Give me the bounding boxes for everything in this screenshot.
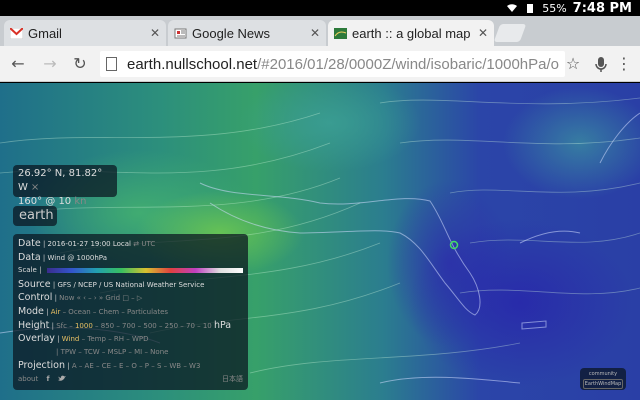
time-controls[interactable]: Now « ‹ – › » Grid □ – ▷ [59, 294, 142, 302]
overlay-row-2: | TPW – TCW – MSLP – MI – None [18, 346, 243, 360]
status-bar: 55% 7:48 PM [0, 0, 640, 16]
community-button[interactable]: EarthWindMap [583, 379, 623, 389]
community-panel: community EarthWindMap [580, 368, 626, 390]
url-path: /#2016/01/28/0000Z/wind/isobaric/1000hPa… [257, 55, 559, 73]
microphone-icon[interactable] [591, 54, 611, 74]
browser-toolbar: ← → ↻ earth.nullschool.net/#2016/01/28/0… [0, 46, 640, 82]
height-unit: hPa [213, 319, 232, 331]
battery-level: 55% [542, 1, 567, 15]
url-host: earth.nullschool.net [127, 55, 258, 73]
tab-title: earth :: a global map [352, 25, 471, 41]
close-icon[interactable]: × [31, 182, 39, 193]
bookmark-star-icon[interactable]: ☆ [563, 54, 583, 74]
projection-row: Projection | A – AE – CE – E – O – P – S… [18, 360, 201, 372]
height-row: Height | Sfc – 1000 – 850 – 700 – 500 – … [18, 319, 232, 331]
location-panel: 26.92° N, 81.82° W × 160° @ 10 kn [13, 165, 117, 207]
forward-arrow-icon[interactable]: → [40, 54, 60, 74]
menu-icon[interactable]: ⋮ [614, 54, 634, 74]
mode-air[interactable]: Air [51, 308, 61, 316]
tab-strip: Gmail ✕ Google News ✕ earth :: a global … [0, 16, 640, 46]
news-icon [174, 28, 187, 38]
height-1000[interactable]: 1000 [75, 322, 93, 330]
utc-toggle[interactable]: ⇄ UTC [133, 240, 155, 248]
community-label: community [588, 371, 618, 377]
overlay-options[interactable]: – Temp – RH – WPD [82, 335, 149, 343]
location-marker-icon [449, 240, 459, 250]
earth-menu-button[interactable]: earth [13, 206, 57, 226]
facebook-icon[interactable]: f [46, 375, 49, 383]
mode-options[interactable]: – Ocean – Chem – Particulates [63, 308, 168, 316]
address-bar[interactable]: earth.nullschool.net/#2016/01/28/0000Z/w… [100, 51, 565, 77]
new-tab-button[interactable] [493, 24, 527, 42]
overlay-row: Overlay | Wind – Temp – RH – WPD [18, 333, 149, 345]
twitter-icon[interactable] [57, 375, 66, 382]
wifi-icon [507, 4, 518, 12]
tab-earth[interactable]: earth :: a global map ✕ [328, 20, 494, 46]
language-link[interactable]: 日本語 [222, 373, 243, 387]
battery-icon [527, 4, 534, 13]
back-arrow-icon[interactable]: ← [8, 54, 28, 74]
height-options[interactable]: – 850 – 700 – 500 – 250 – 70 – 10 [95, 322, 212, 330]
clock: 7:48 PM [572, 0, 632, 16]
earth-icon [334, 27, 347, 39]
mode-row: Mode | Air – Ocean – Chem – Particulates [18, 305, 169, 317]
date-value: 2016-01-27 19:00 Local [47, 240, 131, 248]
gmail-icon [10, 27, 23, 39]
close-icon[interactable]: ✕ [310, 26, 320, 40]
source-value: GFS / NCEP / US National Weather Service [57, 280, 205, 289]
menu-footer: about f 日本語 [18, 373, 243, 387]
about-link[interactable]: about [18, 375, 38, 383]
overlay-wind[interactable]: Wind [62, 335, 80, 343]
close-icon[interactable]: ✕ [478, 26, 488, 40]
settings-menu: Date | 2016-01-27 19:00 Local ⇄ UTC Data… [13, 234, 248, 390]
tab-gmail[interactable]: Gmail ✕ [4, 20, 166, 46]
page-icon [106, 57, 117, 71]
tab-title: Gmail [28, 25, 62, 41]
scale-row: Scale | [18, 264, 243, 278]
tab-title: Google News [192, 25, 271, 41]
wind-unit[interactable]: kn [74, 196, 86, 207]
close-icon[interactable]: ✕ [150, 26, 160, 40]
reload-icon[interactable]: ↻ [70, 54, 90, 74]
tab-google-news[interactable]: Google News ✕ [168, 20, 326, 46]
overlay-options-2[interactable]: | TPW – TCW – MSLP – MI – None [56, 348, 168, 356]
source-row: Source | GFS / NCEP / US National Weathe… [18, 278, 205, 290]
data-value: Wind @ 1000hPa [47, 253, 108, 262]
date-row: Date | 2016-01-27 19:00 Local ⇄ UTC [18, 238, 156, 249]
height-sfc[interactable]: Sfc – [56, 322, 72, 330]
color-scale[interactable] [46, 267, 243, 273]
projection-options[interactable]: A – AE – CE – E – O – P – S – WB – W3 [72, 362, 201, 370]
control-row: Control | Now « ‹ – › » Grid □ – ▷ [18, 292, 143, 304]
data-row: Data | Wind @ 1000hPa [18, 251, 108, 263]
